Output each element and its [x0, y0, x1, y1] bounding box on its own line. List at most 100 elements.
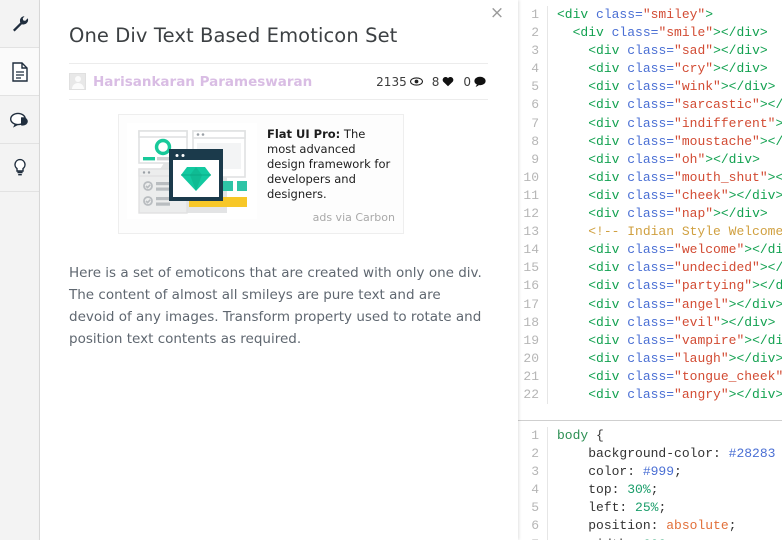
- line-content: width: 600: [548, 536, 782, 540]
- css-editor-pane[interactable]: 1 body {2 background-color: #28283 3 color…: [518, 421, 782, 540]
- code-token: 25%: [635, 500, 659, 516]
- line-content: <div class="moustache"></div>: [548, 133, 782, 151]
- code-line: 2 background-color: #28283: [518, 445, 782, 464]
- sidebar-item-details[interactable]: [0, 48, 39, 96]
- code-line: 2 <div class="smile"></div>: [518, 24, 782, 43]
- line-content: <div class="angry"></div>: [548, 386, 782, 404]
- code-token: ;: [674, 464, 682, 480]
- sidebar-item-settings[interactable]: [0, 0, 39, 48]
- line-content: <div class="vampire"></div>: [548, 332, 782, 350]
- code-token: "evil": [674, 314, 721, 330]
- code-token: ></div>: [744, 242, 782, 258]
- line-content: body {: [548, 427, 782, 445]
- line-content: <div class="welcome"></div>: [548, 241, 782, 259]
- left-icon-rail: [0, 0, 40, 540]
- code-line: 22 <div class="angry"></div>: [518, 385, 782, 405]
- line-content: background-color: #28283: [548, 445, 782, 463]
- line-number: 19: [518, 331, 548, 350]
- line-number: 22: [518, 385, 548, 405]
- line-content: <div class="oh"></div>: [548, 151, 782, 169]
- code-line: 19 <div class="vampire"></div>: [518, 331, 782, 350]
- code-token: ></div>: [713, 25, 768, 41]
- code-token: "undecided": [674, 260, 760, 276]
- code-line: 9 <div class="oh"></div>: [518, 150, 782, 169]
- code-token: ></div>: [720, 314, 776, 330]
- line-content: <div class="angel"></div>: [548, 296, 782, 314]
- line-content: <div class="sad"></div>: [548, 42, 782, 60]
- carbon-ad[interactable]: Flat UI Pro: The most advanced design fr…: [118, 114, 404, 234]
- code-line: 1 <div class="smiley">: [518, 6, 782, 25]
- code-token: class=: [627, 242, 675, 258]
- line-number: 5: [518, 78, 548, 97]
- code-line: 3 <div class="sad"></div>: [518, 42, 782, 61]
- line-number: 4: [518, 481, 548, 500]
- line-number: 8: [518, 132, 548, 151]
- code-token: position:: [588, 518, 667, 534]
- meta-divider: [69, 99, 488, 100]
- code-token: <div: [557, 7, 597, 22]
- line-content: <!-- Indian Style Welcome: [548, 223, 782, 241]
- line-number: 20: [518, 349, 548, 368]
- code-line: 7 width: 600: [518, 535, 782, 540]
- stat-hearts: 8: [432, 75, 455, 89]
- avatar: [69, 73, 86, 90]
- close-icon[interactable]: ×: [486, 2, 508, 24]
- code-token: "cheek": [674, 187, 729, 203]
- line-number: 5: [518, 499, 548, 518]
- code-line: 14 <div class="welcome"></div>: [518, 241, 782, 260]
- code-line: 8 <div class="moustache"></div>: [518, 132, 782, 151]
- author-name[interactable]: Harisankaran Parameswaran: [93, 74, 312, 90]
- line-content: <div class="sarcastic"></div>: [548, 96, 782, 114]
- chat-bubble-icon: [9, 111, 30, 129]
- code-token: "welcome": [674, 242, 745, 258]
- code-token: class=: [596, 7, 643, 22]
- code-token: ></div>: [728, 187, 782, 203]
- code-token: class=: [627, 332, 675, 348]
- line-content: <div class="tongue_cheek"></div>: [548, 368, 782, 386]
- code-token: "smiley": [642, 7, 706, 22]
- line-number: 7: [518, 114, 548, 133]
- line-number: 17: [518, 295, 548, 314]
- code-token: ;: [728, 518, 737, 534]
- document-icon: [11, 61, 29, 82]
- code-token: <div: [588, 296, 628, 312]
- code-line: 5 left: 25%;: [518, 499, 782, 518]
- code-token: ></div>: [728, 296, 782, 312]
- code-token: <div: [588, 97, 628, 113]
- code-token: "cry": [674, 61, 714, 77]
- sidebar-item-tips[interactable]: [0, 144, 39, 192]
- line-number: 14: [518, 241, 548, 260]
- code-token: <div: [572, 25, 612, 41]
- code-token: "moustache": [674, 133, 760, 149]
- code-token: "smile": [658, 25, 714, 41]
- code-token: <div: [588, 79, 628, 95]
- html-editor-pane[interactable]: 1 <div class="smiley"> 2 <div class="smile…: [518, 0, 782, 421]
- code-token: background-color:: [588, 446, 729, 462]
- sidebar-item-comments[interactable]: [0, 96, 39, 144]
- line-content: <div class="smile"></div>: [548, 24, 782, 42]
- code-line: 1 body {: [518, 427, 782, 446]
- code-token: <div: [588, 278, 628, 294]
- line-number: 4: [518, 60, 548, 79]
- code-token: "vampire": [674, 332, 745, 348]
- code-token: <div: [588, 314, 628, 330]
- code-token: ></div>: [728, 386, 782, 402]
- code-line: 13 <!-- Indian Style Welcome: [518, 223, 782, 242]
- code-token: #28283: [728, 446, 776, 462]
- code-token: <div: [588, 368, 628, 384]
- code-token: <div: [588, 169, 628, 185]
- code-token: "angry": [674, 386, 729, 402]
- author-block[interactable]: Harisankaran Parameswaran: [69, 73, 312, 90]
- code-token: 600: [643, 537, 666, 540]
- ad-illustration: [127, 123, 257, 219]
